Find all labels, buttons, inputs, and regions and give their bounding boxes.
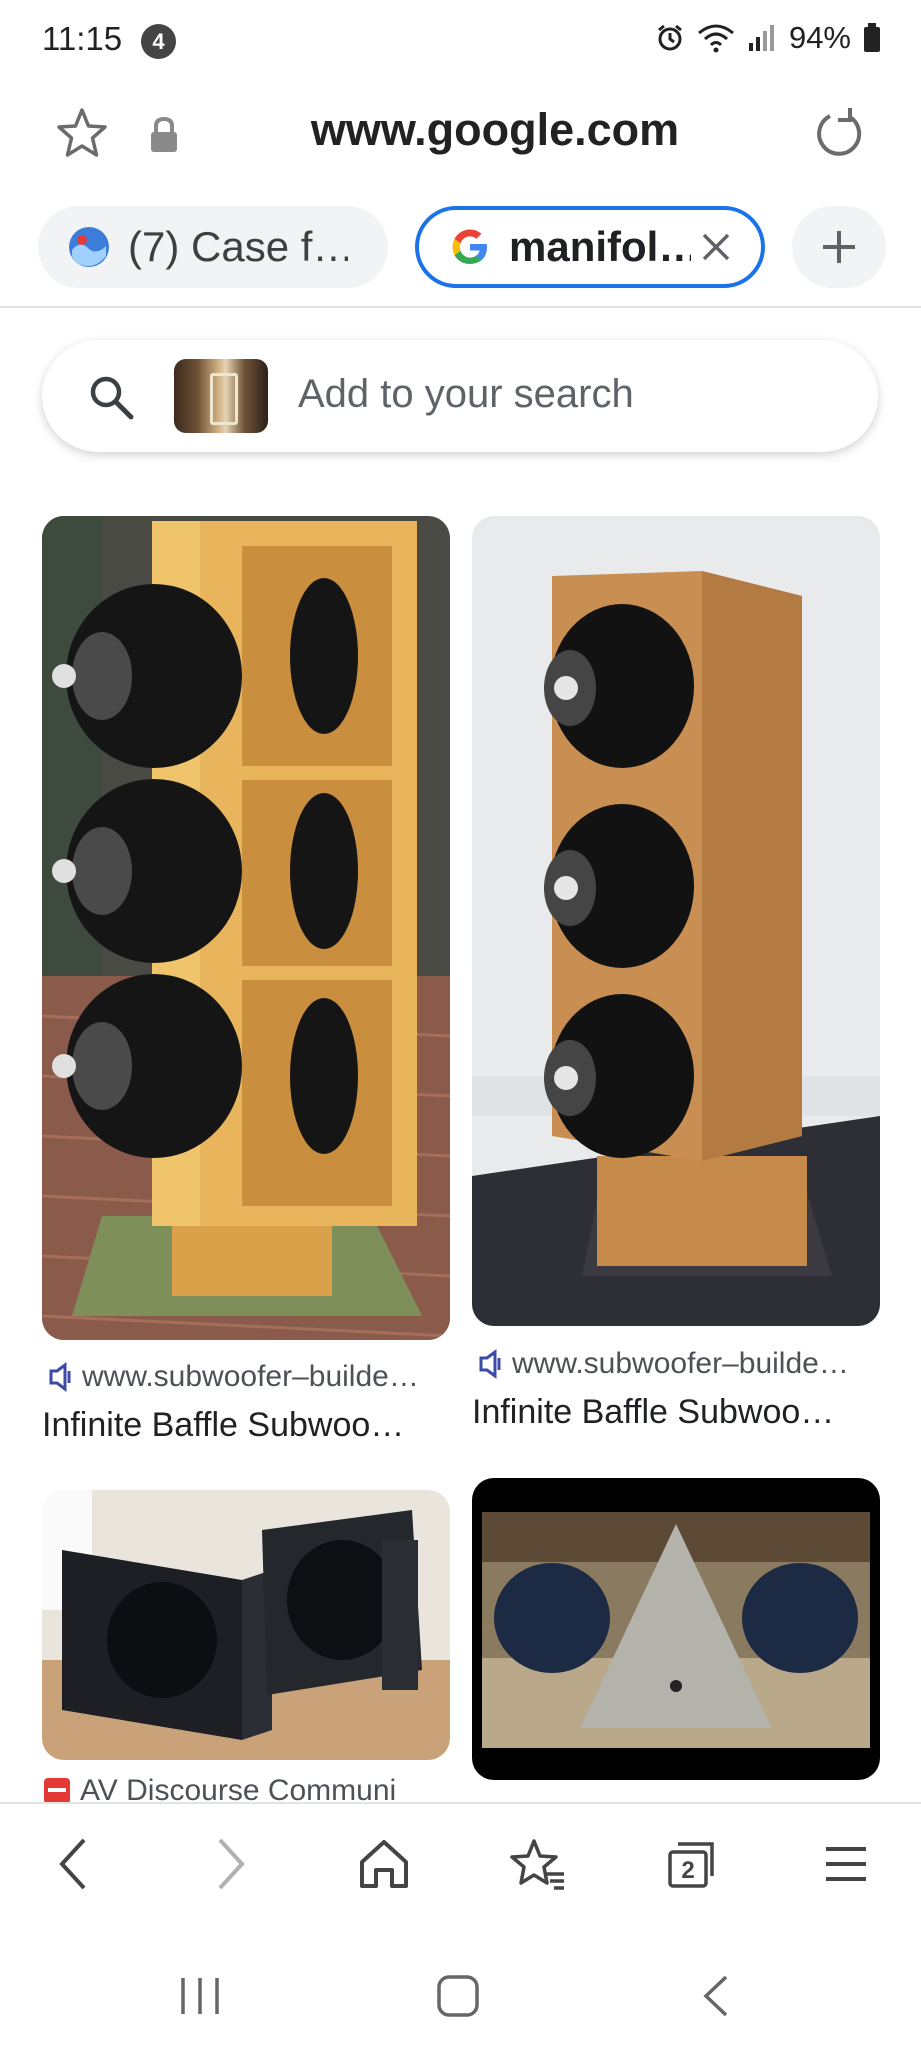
- speaker-icon: [479, 1349, 501, 1379]
- reload-button[interactable]: [808, 104, 868, 164]
- result-image[interactable]: [42, 1490, 450, 1760]
- back-button[interactable]: [44, 1834, 104, 1894]
- menu-button[interactable]: [816, 1834, 876, 1894]
- bookmarks-icon: [510, 1839, 564, 1890]
- address-bar: www.google.com: [0, 90, 921, 182]
- result-title[interactable]: Infinite Baffle Subwoo…: [42, 1406, 404, 1445]
- notification-count-badge: 4: [141, 24, 176, 59]
- home-nav-icon: [437, 1975, 479, 2017]
- reload-icon: [817, 108, 862, 156]
- recent-apps-icon: [181, 1978, 219, 2014]
- divider: [0, 306, 921, 308]
- result-source-text: www.subwoofer–builde…: [82, 1360, 419, 1393]
- back-icon: [59, 1838, 86, 1890]
- site-favicon: [69, 227, 109, 267]
- google-g-icon: [452, 229, 487, 264]
- alarm-icon: [658, 24, 682, 51]
- new-tab-button[interactable]: [792, 206, 886, 288]
- home-button[interactable]: [354, 1834, 414, 1894]
- result-image[interactable]: [42, 516, 450, 1340]
- tabs-button[interactable]: 2: [662, 1834, 722, 1894]
- result-image[interactable]: [472, 1478, 880, 1780]
- tab-label: manifol…: [509, 223, 691, 270]
- bookmarks-button[interactable]: [508, 1834, 568, 1894]
- system-navigation-bar: [0, 1926, 921, 2048]
- status-time: 11:15: [42, 20, 123, 57]
- result-title[interactable]: Infinite Baffle Subwoo…: [472, 1393, 834, 1432]
- wifi-icon: [698, 24, 734, 53]
- back-nav-icon: [703, 1975, 728, 2017]
- add-to-search-bar[interactable]: Add to your search: [42, 340, 878, 452]
- result-source[interactable]: www.subwoofer–builde…: [478, 1347, 849, 1381]
- tab-label: (7) Case f…: [128, 223, 348, 270]
- search-image-thumbnail[interactable]: [174, 359, 268, 433]
- site-favicon: [44, 1778, 70, 1804]
- result-source[interactable]: www.subwoofer–builde…: [48, 1360, 419, 1394]
- search-icon: [90, 376, 134, 420]
- search-placeholder: Add to your search: [298, 372, 634, 416]
- plus-icon: [823, 231, 855, 263]
- back-nav-button[interactable]: [686, 1966, 746, 2026]
- signal-icon: [748, 25, 774, 51]
- result-source-text: www.subwoofer–builde…: [512, 1347, 849, 1380]
- star-icon: [57, 108, 107, 157]
- battery-icon: [864, 23, 880, 52]
- bookmark-star-button[interactable]: [52, 104, 112, 164]
- recent-apps-button[interactable]: [170, 1966, 230, 2026]
- close-tab-icon[interactable]: [699, 230, 733, 264]
- url-field[interactable]: www.google.com: [260, 104, 730, 156]
- lock-icon[interactable]: [148, 116, 180, 154]
- tab-count: 2: [681, 1857, 694, 1884]
- forward-icon: [218, 1838, 245, 1890]
- result-source-text: AV Discourse Communi: [80, 1778, 397, 1804]
- result-image[interactable]: [472, 516, 880, 1326]
- forward-button[interactable]: [200, 1834, 260, 1894]
- tab-case[interactable]: (7) Case f…: [38, 206, 388, 288]
- home-icon: [360, 1840, 408, 1888]
- tab-strip: (7) Case f… manifol…: [0, 206, 921, 296]
- home-nav-button[interactable]: [428, 1966, 488, 2026]
- status-icons: 94%: [655, 20, 881, 56]
- menu-icon: [826, 1847, 866, 1881]
- status-bar: 11:15 4 94%: [0, 0, 921, 84]
- speaker-icon: [49, 1362, 71, 1392]
- tabs-icon: 2: [668, 1842, 714, 1888]
- battery-percent: 94%: [788, 20, 851, 55]
- tab-manifold-active[interactable]: manifol…: [415, 206, 765, 288]
- result-source[interactable]: AV Discourse Communi: [42, 1778, 396, 1804]
- browser-toolbar: 2: [0, 1802, 921, 1926]
